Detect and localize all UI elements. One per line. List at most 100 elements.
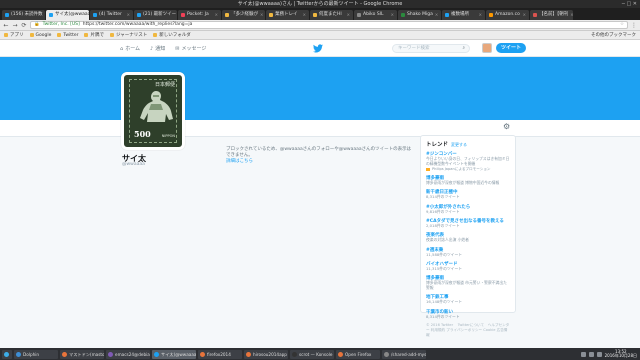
browser-tab[interactable]: (4) Twitter × — [90, 10, 133, 20]
taskbar-item[interactable]: emacs24@debian — [106, 349, 150, 359]
browser-tab[interactable]: 【名前】【朝刊 × — [530, 10, 573, 20]
search-icon[interactable]: ⌕ — [462, 45, 465, 52]
trend-item[interactable]: #小太郎が外されたら 9,816件のツイート — [426, 204, 510, 215]
close-tab-icon[interactable]: × — [523, 10, 526, 20]
start-menu-button[interactable] — [2, 349, 12, 359]
taskbar-item[interactable]: firefox2014 — [198, 349, 242, 359]
taskbar-item[interactable]: Open Firefox — [336, 349, 380, 359]
trend-description: 8,314件のツイート — [426, 194, 460, 200]
battery-icon[interactable] — [596, 351, 602, 357]
back-icon[interactable]: ← — [3, 22, 9, 29]
close-tab-icon[interactable]: × — [215, 10, 218, 20]
bookmark-item[interactable]: 新しいフォルダ — [153, 32, 191, 38]
taskbar-item[interactable]: Dolphin — [14, 349, 58, 359]
window-title: サイ太(@wwaaaa)さん | Twitterからの最新ツイート - Goog… — [237, 1, 403, 7]
nav-home-label: ホーム — [125, 46, 141, 52]
trend-item[interactable]: 地下鉄工事 16,148件のツイート — [426, 294, 510, 305]
forward-icon[interactable]: → — [12, 22, 18, 29]
app-icon — [246, 351, 251, 357]
browser-tab[interactable]: 複数場所 × — [442, 10, 485, 20]
search-input[interactable]: キーワード検索 ⌕ — [392, 44, 470, 53]
bookmark-item[interactable]: Google — [29, 33, 51, 38]
taskbar-item[interactable]: scrot — Konsole — [290, 349, 334, 359]
close-tab-icon[interactable]: × — [479, 10, 482, 20]
trend-item[interactable]: バイオハザード 11,315件のツイート — [426, 261, 510, 272]
browser-tab[interactable]: 何度またHI × — [310, 10, 353, 20]
promoted-label: Philips Japanによるプロモーション — [426, 167, 510, 172]
trend-item[interactable]: 夜楽代表 夜楽の対誌人出演 小姓者 — [426, 232, 510, 243]
volume-icon[interactable] — [588, 351, 594, 357]
gear-icon[interactable]: ⚙ — [503, 122, 510, 131]
profile-handle[interactable]: @wwaaaa — [122, 162, 145, 167]
trends-change-link[interactable]: 変更する — [451, 142, 467, 148]
favicon-icon — [49, 13, 53, 17]
network-icon[interactable] — [580, 351, 586, 357]
tweet-button[interactable]: ツイート — [496, 43, 526, 53]
taskbar-item[interactable]: /shared-add-mysc — [382, 349, 426, 359]
app-icon — [292, 351, 297, 357]
browser-tab[interactable]: Abiko SIL × — [354, 10, 397, 20]
nav-notifications[interactable]: ♪ 通知 — [150, 45, 165, 53]
favicon-icon — [357, 13, 361, 17]
home-icon: ⌂ — [120, 45, 124, 52]
browser-tab[interactable]: Shako Miga × — [398, 10, 441, 20]
blocked-message: ブロックされているため、@wwaaaaさんのフォローや@wwaaaaさんのツイー… — [226, 147, 412, 158]
browser-tab[interactable]: 業務トレイ × — [266, 10, 309, 20]
close-tab-icon[interactable]: × — [347, 10, 350, 20]
address-bar[interactable]: 🔒 Twitter, Inc. [US] https://twitter.com… — [30, 21, 628, 29]
tab-label: (156) 未読件数 — [11, 12, 43, 17]
browser-tab[interactable]: (21) 最新ツイート× — [134, 10, 177, 20]
trends-list: #ジンコンバー 今日よりいい身の日、フィリップスはき有加ミ日の精機型数今イベントを… — [426, 151, 510, 319]
bookmark-label: 片隅で — [90, 33, 104, 38]
browser-tab[interactable]: サイ太(@wwaaaa)× — [46, 10, 89, 20]
close-tab-icon[interactable]: × — [435, 10, 438, 20]
trend-item[interactable]: 博多豪雨 博多豪雨が深夜が報道 市元警い・警察不満出た警報 — [426, 275, 510, 291]
app-icon — [200, 351, 205, 357]
tab-label: Abiko SIL — [363, 12, 384, 17]
bookmark-star-icon[interactable]: ☆ — [620, 22, 624, 28]
twitter-bird-icon[interactable] — [313, 44, 323, 53]
trend-item[interactable]: #CAタダで見させ出なる番号を教える 2,018件のツイート — [426, 218, 510, 229]
profile-avatar[interactable]: 日本郵便 500 NIPPON — [121, 72, 185, 150]
close-tab-icon[interactable]: × — [127, 10, 130, 20]
bookmark-item[interactable]: 片隅で — [84, 32, 104, 38]
browser-tab[interactable]: Amazon.co × — [486, 10, 529, 20]
browser-tab[interactable]: 「多少経験が × — [222, 10, 265, 20]
learn-more-link[interactable]: 詳細はこちら — [226, 159, 414, 165]
system-tray: 13:52 2016年10月28日 — [580, 349, 640, 359]
browser-tab[interactable]: (156) 未読件数× — [2, 10, 45, 20]
trend-item[interactable]: 博多豪雨 博多豪雨が深夜が報道 博物中国近今の情報 — [426, 175, 510, 186]
app-icon — [384, 351, 389, 357]
tab-label: (21) 最新ツイート — [143, 12, 177, 17]
folder-icon — [57, 33, 62, 37]
taskbar-item[interactable]: サイ太(@wwaaaa — [152, 349, 196, 359]
bookmark-item[interactable]: ジャーナリスト — [109, 32, 147, 38]
reload-icon[interactable]: ⟳ — [21, 22, 27, 29]
bookmarks-bar: アプリ Google Twitter 片隅で ジャーナリスト 新しいフォルダ その他のブック… — [0, 31, 640, 40]
trend-item[interactable]: 新千歳日正極中 8,314件のツイート — [426, 189, 510, 200]
window-controls[interactable]: ─ □ ✕ — [622, 0, 637, 8]
bookmark-item[interactable]: アプリ — [4, 32, 24, 38]
clock[interactable]: 13:52 2016年10月28日 — [605, 349, 637, 359]
menu-icon[interactable]: ⋮ — [631, 22, 637, 29]
close-tab-icon[interactable]: × — [260, 10, 263, 20]
close-tab-icon[interactable]: × — [570, 10, 573, 20]
bookmark-item[interactable]: Twitter — [57, 33, 78, 38]
nav-home[interactable]: ⌂ ホーム — [120, 45, 141, 53]
trend-item[interactable]: #週末乗 11,588件のツイート — [426, 247, 510, 258]
trend-item[interactable]: #ジンコンバー 今日よりいい身の日、フィリップスはき有加ミ日の精機型数今イベントを… — [426, 151, 510, 172]
trend-item[interactable]: 千葉市の新い 8,314件のツイート — [426, 309, 510, 320]
browser-tab[interactable]: Pocket: Ja × — [178, 10, 221, 20]
avatar-top-text: 日本郵便 — [154, 82, 175, 88]
taskbar-item[interactable]: マストドン(mastodo — [60, 349, 104, 359]
trends-footer: © 2016 Twitter Twitterについて ヘルプセンター 利用規約 … — [426, 323, 510, 337]
close-tab-icon[interactable]: × — [303, 10, 306, 20]
favicon-icon — [5, 13, 9, 17]
app-icon — [108, 351, 113, 357]
taskbar-item[interactable]: hirosou2014app — [244, 349, 288, 359]
folder-icon — [29, 33, 34, 37]
other-bookmarks[interactable]: その他のブックマーク — [591, 32, 636, 38]
nav-messages[interactable]: ✉ メッセージ — [175, 45, 206, 53]
close-tab-icon[interactable]: × — [391, 10, 394, 20]
avatar-menu[interactable] — [482, 43, 492, 53]
